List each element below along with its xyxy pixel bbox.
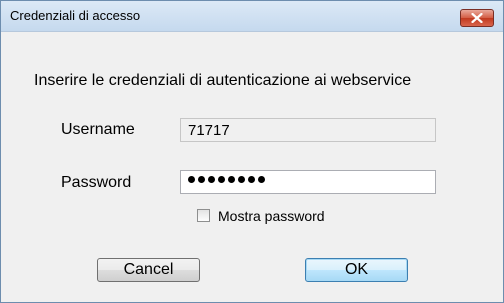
username-field[interactable]: 71717 [180, 118, 436, 142]
ok-button[interactable]: OK [305, 258, 408, 282]
show-password-checkbox[interactable] [197, 209, 210, 222]
mask-dot [258, 176, 265, 183]
instruction-text: Inserire le credenziali di autenticazion… [34, 72, 412, 89]
mask-dot [188, 176, 195, 183]
dialog-window: Credenziali di accesso Inserire le crede… [0, 0, 504, 303]
show-password-label[interactable]: Mostra password [218, 208, 325, 224]
close-button[interactable] [460, 9, 494, 27]
mask-dot [198, 176, 205, 183]
mask-dot [228, 176, 235, 183]
cancel-button[interactable]: Cancel [97, 258, 200, 282]
mask-dot [218, 176, 225, 183]
close-icon [471, 13, 483, 23]
mask-dot [208, 176, 215, 183]
password-label: Password [61, 174, 132, 191]
dialog-body: Inserire le credenziali di autenticazion… [1, 32, 503, 302]
username-label: Username [61, 121, 135, 138]
mask-dot [238, 176, 245, 183]
password-mask [188, 176, 265, 183]
password-field[interactable] [180, 170, 436, 194]
window-title: Credenziali di accesso [10, 8, 141, 23]
mask-dot [248, 176, 255, 183]
title-bar[interactable]: Credenziali di accesso [1, 1, 503, 32]
